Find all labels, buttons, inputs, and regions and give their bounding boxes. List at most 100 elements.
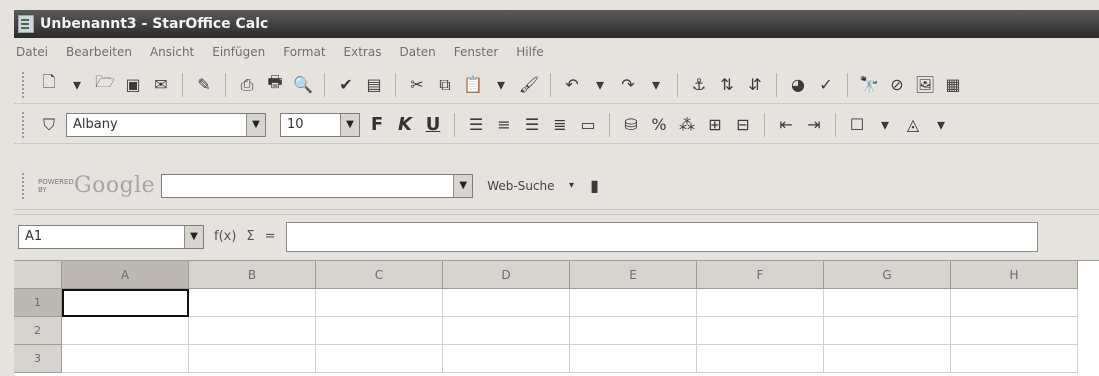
- column-header[interactable]: B: [189, 261, 316, 289]
- select-all-corner[interactable]: [14, 261, 62, 289]
- italic-button[interactable]: K: [394, 114, 416, 135]
- row-header[interactable]: 3: [14, 345, 62, 373]
- cell-h3[interactable]: [951, 345, 1078, 373]
- undo-icon[interactable]: ↶: [561, 74, 583, 96]
- open-folder-icon[interactable]: 🗁: [94, 72, 116, 96]
- copy-icon[interactable]: ⧉: [434, 74, 456, 96]
- cell-e2[interactable]: [570, 317, 697, 345]
- edit-file-icon[interactable]: ✎: [193, 74, 215, 96]
- font-size-combobox[interactable]: 10 ▼: [280, 112, 360, 137]
- percent-format-icon[interactable]: %: [648, 114, 670, 136]
- chevron-down-icon[interactable]: ▼: [453, 174, 473, 197]
- column-header[interactable]: A: [62, 261, 189, 289]
- cell-a1[interactable]: [62, 289, 189, 317]
- justify-icon[interactable]: ≣: [549, 114, 571, 136]
- background-color-icon[interactable]: ◬: [902, 114, 924, 136]
- new-document-icon[interactable]: 🗋: [38, 72, 60, 96]
- row-header[interactable]: 2: [14, 317, 62, 345]
- cell-d3[interactable]: [443, 345, 570, 373]
- cell-g3[interactable]: [824, 345, 951, 373]
- cell-e1[interactable]: [570, 289, 697, 317]
- cell-h2[interactable]: [951, 317, 1078, 345]
- cell-a2[interactable]: [62, 317, 189, 345]
- align-center-icon[interactable]: ≡: [493, 114, 515, 136]
- menu-daten[interactable]: Daten: [399, 45, 435, 59]
- toolbar-grip[interactable]: [22, 71, 28, 98]
- menu-format[interactable]: Format: [283, 45, 325, 59]
- column-header[interactable]: H: [951, 261, 1078, 289]
- export-pdf-icon[interactable]: ⎙: [236, 74, 258, 96]
- dropdown-arrow-icon[interactable]: ▾: [561, 175, 583, 197]
- chevron-down-icon[interactable]: ▼: [184, 225, 203, 248]
- underline-button[interactable]: U: [422, 114, 444, 135]
- add-decimal-icon[interactable]: ⊞: [704, 114, 726, 136]
- dropdown-arrow-icon[interactable]: ▾: [589, 74, 611, 96]
- email-icon[interactable]: ✉: [150, 74, 172, 96]
- cell-d1[interactable]: [443, 289, 570, 317]
- format-paintbrush-icon[interactable]: 🖌: [518, 74, 540, 96]
- currency-format-icon[interactable]: ⛁: [620, 114, 642, 136]
- spellcheck-icon[interactable]: ✔: [335, 74, 357, 96]
- dropdown-arrow-icon[interactable]: ▾: [645, 74, 667, 96]
- column-header[interactable]: F: [697, 261, 824, 289]
- bold-button[interactable]: F: [366, 114, 388, 135]
- toolbar-grip[interactable]: [22, 111, 28, 138]
- font-name-combobox[interactable]: Albany ▼: [66, 112, 266, 137]
- menu-extras[interactable]: Extras: [344, 45, 382, 59]
- chart-icon[interactable]: ◕: [787, 74, 809, 96]
- paste-icon[interactable]: 📋: [462, 74, 484, 96]
- hyperlink-icon[interactable]: ⚓: [688, 74, 710, 96]
- cell-c1[interactable]: [316, 289, 443, 317]
- sort-ascending-icon[interactable]: ⇅: [716, 74, 738, 96]
- align-right-icon[interactable]: ☰: [521, 114, 543, 136]
- navigator-icon[interactable]: ⊘: [886, 74, 908, 96]
- delete-decimal-icon[interactable]: ⊟: [732, 114, 754, 136]
- toolbar-grip[interactable]: [22, 172, 28, 199]
- column-header[interactable]: E: [570, 261, 697, 289]
- chevron-down-icon[interactable]: ▼: [246, 113, 265, 136]
- formula-input[interactable]: [285, 221, 1038, 252]
- menu-bearbeiten[interactable]: Bearbeiten: [66, 45, 132, 59]
- web-search-button[interactable]: Web-Suche: [487, 179, 554, 193]
- column-header[interactable]: G: [824, 261, 951, 289]
- cell-d2[interactable]: [443, 317, 570, 345]
- draw-functions-icon[interactable]: ✓: [815, 74, 837, 96]
- cell-b1[interactable]: [189, 289, 316, 317]
- cell-c3[interactable]: [316, 345, 443, 373]
- decrease-indent-icon[interactable]: ⇤: [775, 114, 797, 136]
- cell-f2[interactable]: [697, 317, 824, 345]
- sort-descending-icon[interactable]: ⇵: [744, 74, 766, 96]
- function-button[interactable]: =: [265, 229, 276, 244]
- cell-f3[interactable]: [697, 345, 824, 373]
- merge-cells-icon[interactable]: ▭: [577, 114, 599, 136]
- cell-g2[interactable]: [824, 317, 951, 345]
- dropdown-arrow-icon[interactable]: ▾: [930, 114, 952, 136]
- chevron-down-icon[interactable]: ▼: [340, 113, 359, 136]
- menu-fenster[interactable]: Fenster: [454, 45, 499, 59]
- cell-h1[interactable]: [951, 289, 1078, 317]
- cell-e3[interactable]: [570, 345, 697, 373]
- column-header[interactable]: D: [443, 261, 570, 289]
- find-replace-icon[interactable]: 🔭: [858, 74, 880, 96]
- column-header[interactable]: C: [316, 261, 443, 289]
- save-icon[interactable]: ▣: [122, 74, 144, 96]
- cut-icon[interactable]: ✂: [406, 74, 428, 96]
- cell-c2[interactable]: [316, 317, 443, 345]
- page-preview-icon[interactable]: 🔍: [292, 74, 314, 96]
- row-header[interactable]: 1: [14, 289, 62, 317]
- menu-datei[interactable]: Datei: [16, 45, 48, 59]
- menu-ansicht[interactable]: Ansicht: [150, 45, 194, 59]
- function-wizard-button[interactable]: f(x): [214, 229, 236, 244]
- cell-b2[interactable]: [189, 317, 316, 345]
- autospellcheck-icon[interactable]: ▤: [363, 74, 385, 96]
- cell-f1[interactable]: [697, 289, 824, 317]
- styles-formatting-icon[interactable]: ⛉: [38, 114, 60, 136]
- dropdown-arrow-icon[interactable]: ▾: [490, 74, 512, 96]
- borders-icon[interactable]: ☐: [846, 114, 868, 136]
- menu-hilfe[interactable]: Hilfe: [516, 45, 543, 59]
- data-sources-icon[interactable]: ▦: [942, 74, 964, 96]
- number-format-icon[interactable]: ⁂: [676, 114, 698, 136]
- cell-b3[interactable]: [189, 345, 316, 373]
- gallery-icon[interactable]: 🖼: [914, 74, 936, 96]
- name-box[interactable]: A1 ▼: [18, 224, 204, 249]
